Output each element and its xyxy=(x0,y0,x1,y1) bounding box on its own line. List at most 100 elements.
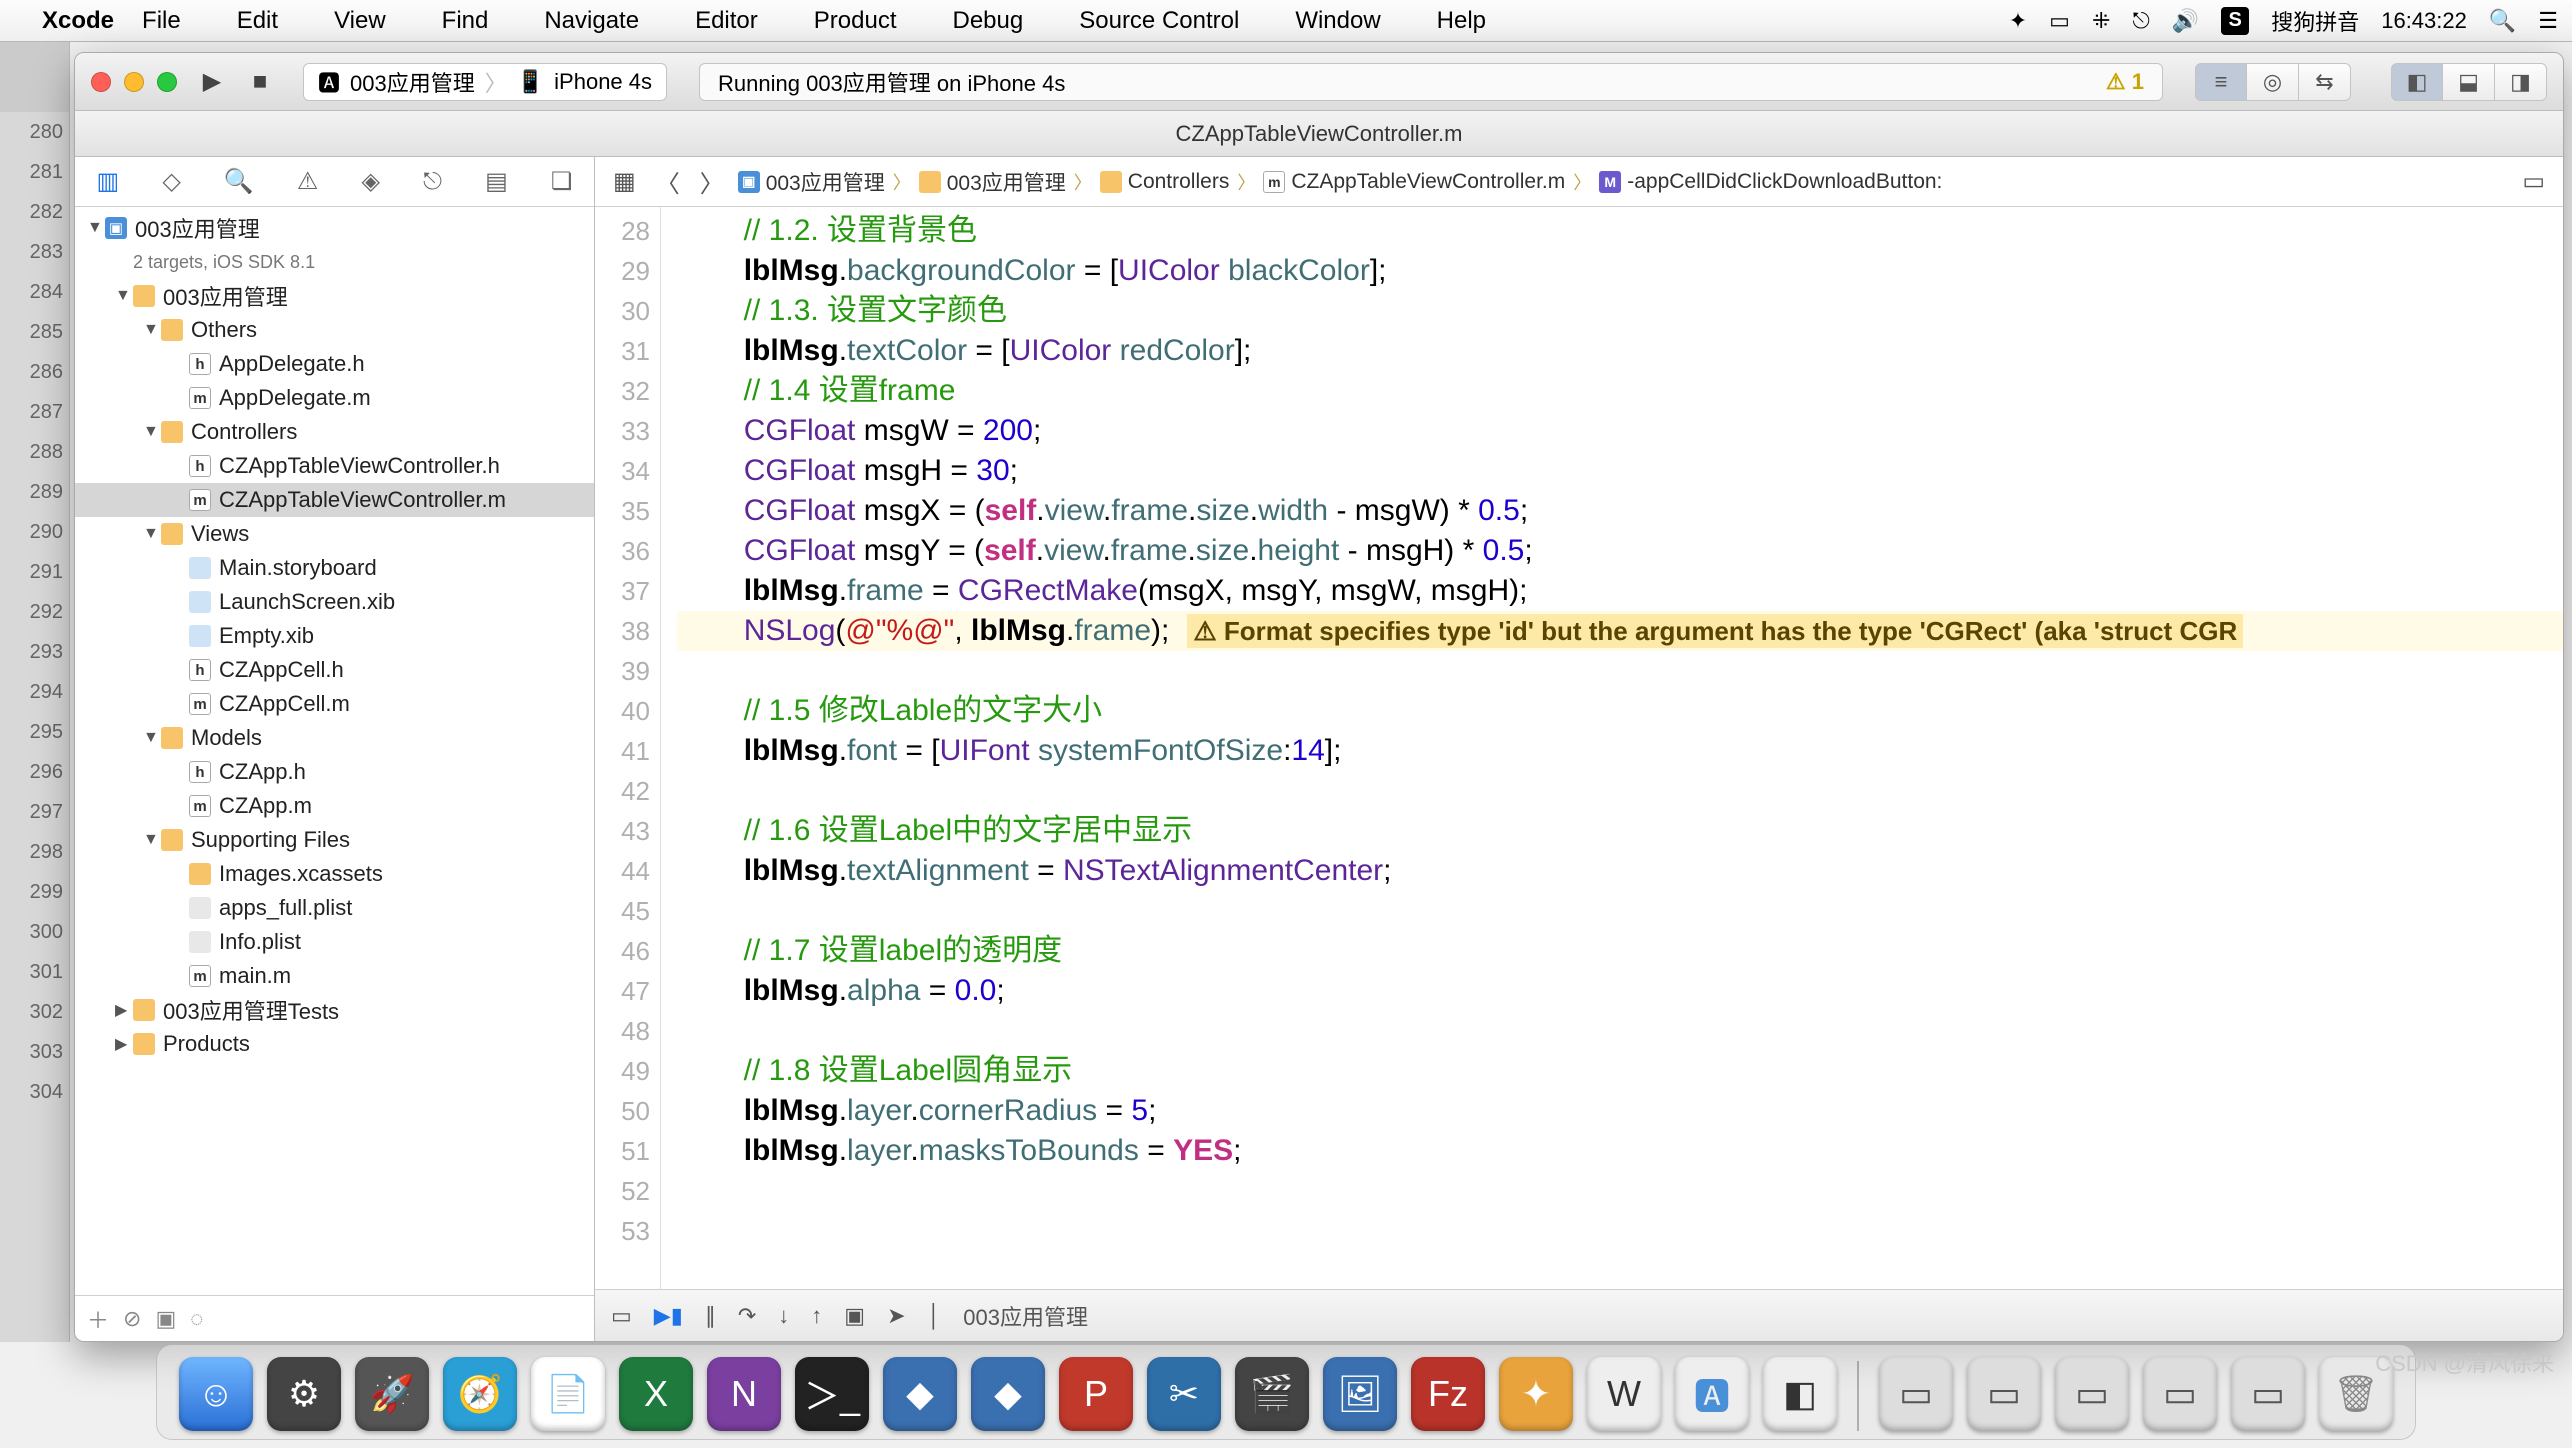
dock-stack[interactable]: ▭ xyxy=(2231,1357,2305,1431)
tree-row[interactable]: Images.xcassets xyxy=(75,857,594,891)
app-icon[interactable]: ◧ xyxy=(1763,1357,1837,1431)
volume-icon[interactable]: 🔊 xyxy=(2172,8,2199,34)
app-icon[interactable]: ◆ xyxy=(883,1357,957,1431)
tree-row[interactable]: ▼Others xyxy=(75,313,594,347)
symbol-nav-tab[interactable]: ◇ xyxy=(154,161,188,202)
app-icon[interactable]: P xyxy=(1059,1357,1133,1431)
window-minimize-button[interactable] xyxy=(124,72,144,92)
safari-icon[interactable]: 🧭 xyxy=(443,1357,517,1431)
filter-scm-icon[interactable]: ▣ xyxy=(155,1306,176,1332)
view-debug-icon[interactable]: ▣ xyxy=(844,1303,865,1329)
assistant-editor-button[interactable]: ◎ xyxy=(2247,63,2299,101)
tree-row[interactable]: ▼Models xyxy=(75,721,594,755)
tree-row[interactable]: mAppDelegate.m xyxy=(75,381,594,415)
code-content[interactable]: // 1.2. 设置背景色 lblMsg.backgroundColor = [… xyxy=(661,207,2563,1251)
tree-row[interactable]: hCZAppCell.h xyxy=(75,653,594,687)
system-preferences-icon[interactable]: ⚙ xyxy=(267,1357,341,1431)
debug-nav-tab[interactable]: ⎋ xyxy=(415,162,450,202)
xcode-icon[interactable]: 🅰 xyxy=(1675,1357,1749,1431)
menu-item[interactable]: Navigate xyxy=(544,7,639,35)
tree-row[interactable]: ▶003应用管理Tests xyxy=(75,993,594,1027)
terminal-icon[interactable]: ＞_ xyxy=(795,1357,869,1431)
textedit-icon[interactable]: 📄 xyxy=(531,1357,605,1431)
counterparts-icon[interactable]: ▭ xyxy=(2516,167,2551,196)
menubar-clock[interactable]: 16:43:22 xyxy=(2381,8,2467,34)
continue-button[interactable]: ▶▮ xyxy=(654,1303,683,1329)
menu-extra-icon[interactable]: ⁜ xyxy=(2092,8,2110,34)
menu-item[interactable]: File xyxy=(142,7,181,35)
ime-label[interactable]: 搜狗拼音 xyxy=(2271,5,2359,37)
tree-row[interactable]: ▼Views xyxy=(75,517,594,551)
breakpoint-nav-tab[interactable]: ▤ xyxy=(477,161,516,202)
location-icon[interactable]: ➤ xyxy=(887,1303,905,1329)
tree-row[interactable]: ▼Supporting Files xyxy=(75,823,594,857)
tree-row[interactable]: mCZAppTableViewController.m xyxy=(75,483,594,517)
app-icon[interactable]: 🎬 xyxy=(1235,1357,1309,1431)
stop-button[interactable]: ■ xyxy=(247,69,273,95)
app-icon[interactable]: ◆ xyxy=(971,1357,1045,1431)
tree-row[interactable]: ▶Products xyxy=(75,1027,594,1061)
back-button[interactable]: 〈 xyxy=(650,164,686,199)
find-nav-tab[interactable]: 🔍 xyxy=(216,161,262,202)
filter-recent-icon[interactable]: ⊘ xyxy=(123,1306,141,1332)
tree-row[interactable]: Empty.xib xyxy=(75,619,594,653)
tree-row[interactable]: hAppDelegate.h xyxy=(75,347,594,381)
issues-indicator[interactable]: ⚠ 1 xyxy=(2106,69,2144,95)
menu-item[interactable]: Find xyxy=(442,7,489,35)
run-button[interactable]: ▶ xyxy=(199,69,225,95)
step-over-button[interactable]: ↷ xyxy=(738,1303,756,1329)
toggle-debug-area-icon[interactable]: ▭ xyxy=(611,1303,632,1329)
dock-stack[interactable]: ▭ xyxy=(1879,1357,1953,1431)
app-icon[interactable]: ✦ xyxy=(1499,1357,1573,1431)
forward-button[interactable]: 〉 xyxy=(694,164,730,199)
standard-editor-button[interactable]: ≡ xyxy=(2195,63,2247,101)
project-nav-tab[interactable]: ▥ xyxy=(89,161,128,202)
toggle-debug-button[interactable]: ⬓ xyxy=(2443,63,2495,101)
window-zoom-button[interactable] xyxy=(157,72,177,92)
window-close-button[interactable] xyxy=(91,72,111,92)
tree-row[interactable]: mCZApp.m xyxy=(75,789,594,823)
dock-stack[interactable]: ▭ xyxy=(1967,1357,2041,1431)
version-editor-button[interactable]: ⇆ xyxy=(2299,63,2351,101)
step-into-button[interactable]: ↓ xyxy=(778,1303,789,1329)
step-out-button[interactable]: ↑ xyxy=(811,1303,822,1329)
tree-row[interactable]: ▼003应用管理 xyxy=(75,279,594,313)
app-icon[interactable]: W xyxy=(1587,1357,1661,1431)
menu-item[interactable]: Source Control xyxy=(1079,7,1239,35)
menu-item[interactable]: Debug xyxy=(953,7,1024,35)
filezilla-icon[interactable]: Fz xyxy=(1411,1357,1485,1431)
tree-row[interactable]: LaunchScreen.xib xyxy=(75,585,594,619)
related-items-icon[interactable]: ▦ xyxy=(607,167,642,196)
menu-item[interactable]: Edit xyxy=(237,7,278,35)
menu-item[interactable]: View xyxy=(334,7,386,35)
tree-row[interactable]: ▼Controllers xyxy=(75,415,594,449)
issue-nav-tab[interactable]: ⚠ xyxy=(289,161,327,202)
menu-item[interactable]: Help xyxy=(1437,7,1486,35)
jump-bar[interactable]: ▦ 〈 〉 ▣003应用管理〉 003应用管理〉 Controllers〉 mC… xyxy=(595,157,2563,207)
tree-row[interactable]: hCZApp.h xyxy=(75,755,594,789)
menu-item[interactable]: Window xyxy=(1295,7,1380,35)
onenote-icon[interactable]: N xyxy=(707,1357,781,1431)
launchpad-icon[interactable]: 🚀 xyxy=(355,1357,429,1431)
tree-row[interactable]: mCZAppCell.m xyxy=(75,687,594,721)
dock-stack[interactable]: ▭ xyxy=(2143,1357,2217,1431)
menu-item[interactable]: Product xyxy=(814,7,897,35)
app-icon[interactable]: 🖼 xyxy=(1323,1357,1397,1431)
tree-row[interactable]: ▼▣003应用管理 xyxy=(75,211,594,245)
finder-icon[interactable]: ☺ xyxy=(179,1357,253,1431)
add-button[interactable]: ＋ xyxy=(87,1303,109,1335)
screen-mirror-icon[interactable]: ▭ xyxy=(2049,8,2070,34)
app-icon[interactable]: ✂ xyxy=(1147,1357,1221,1431)
menu-item[interactable]: Editor xyxy=(695,7,758,35)
ime-icon[interactable]: S xyxy=(2221,7,2249,35)
dock-stack[interactable]: ▭ xyxy=(2055,1357,2129,1431)
app-menu[interactable]: Xcode xyxy=(42,7,114,35)
test-nav-tab[interactable]: ◈ xyxy=(353,161,387,202)
filter-icon[interactable]: ◌ xyxy=(190,1306,203,1332)
tree-row[interactable]: mmain.m xyxy=(75,959,594,993)
menu-extra-icon[interactable]: ✦ xyxy=(2009,8,2027,34)
tree-row[interactable]: hCZAppTableViewController.h xyxy=(75,449,594,483)
toggle-navigator-button[interactable]: ◧ xyxy=(2391,63,2443,101)
toggle-utilities-button[interactable]: ◨ xyxy=(2495,63,2547,101)
tree-row[interactable]: apps_full.plist xyxy=(75,891,594,925)
